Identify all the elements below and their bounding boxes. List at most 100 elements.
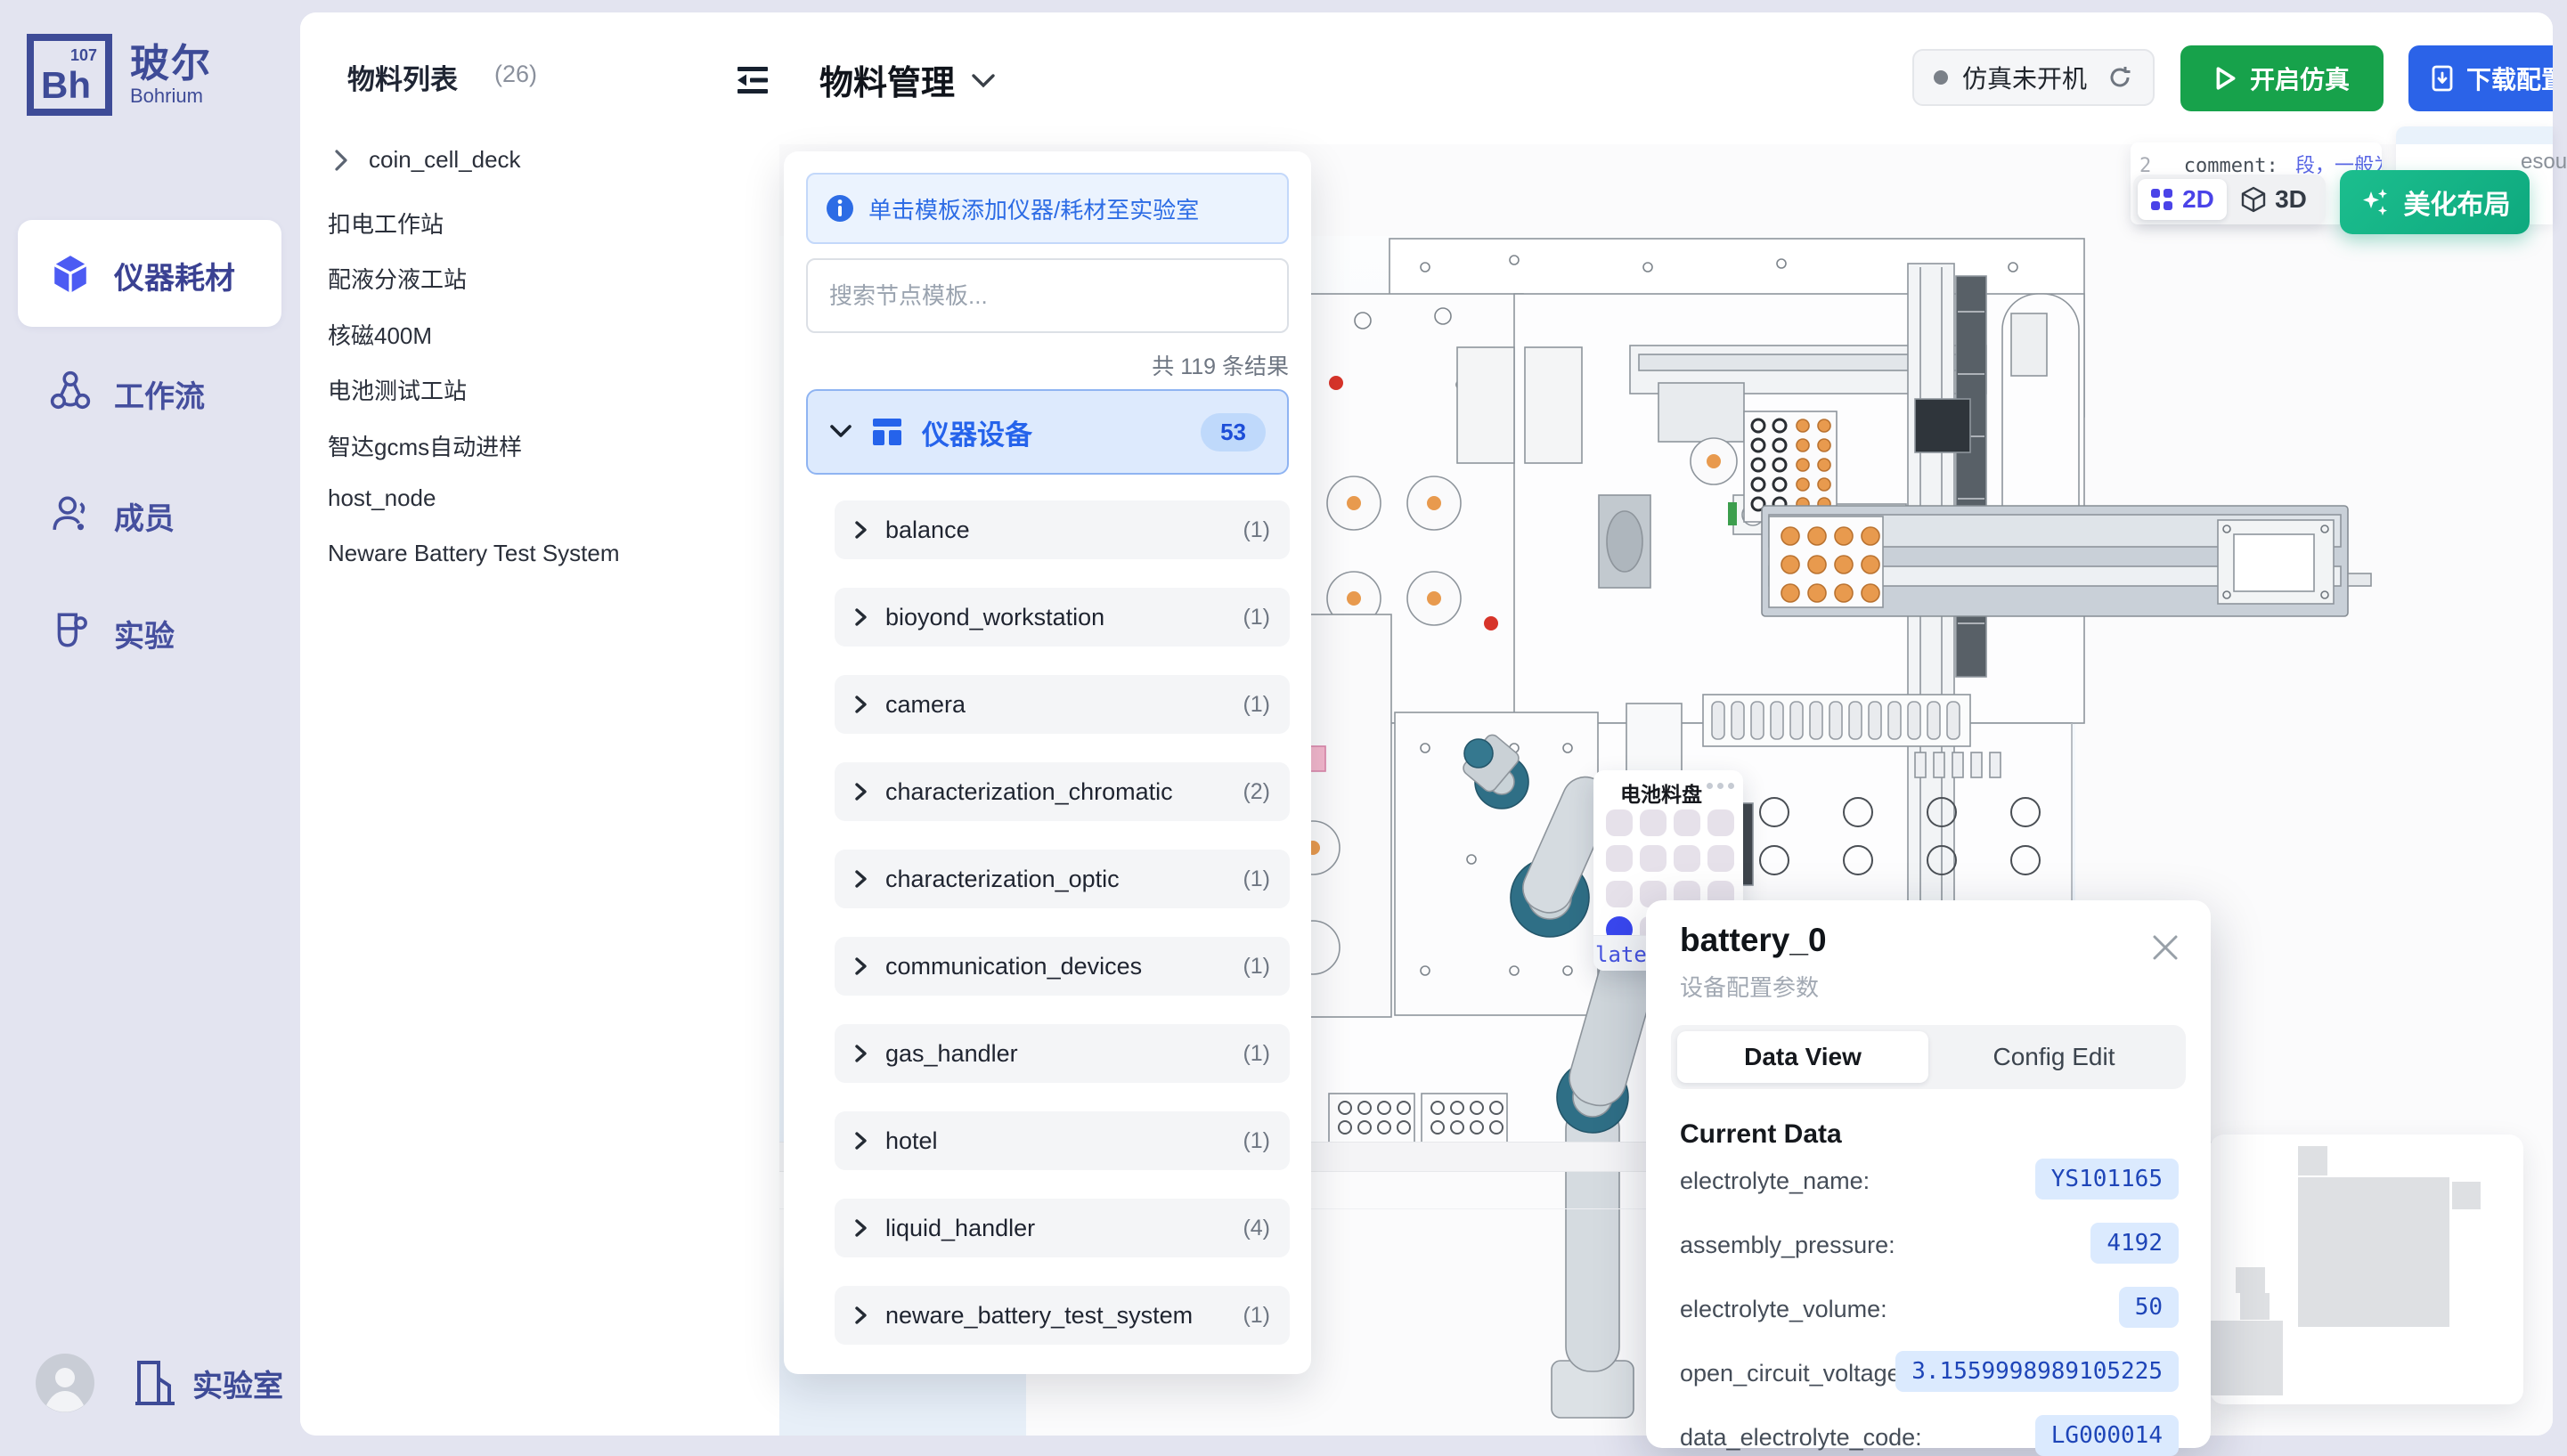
view-mode-toggle: 2D 3D (2133, 175, 2326, 224)
field-label: data_electrolyte_code: (1680, 1424, 1922, 1452)
brand-logo: 107 Bh 玻尔 Bohrium (27, 34, 212, 116)
chevron-right-icon (854, 956, 868, 976)
sidebar-item-workflow[interactable]: 工作流 (18, 360, 281, 426)
sidebar-item-label: 实验 (114, 612, 175, 655)
field-label: assembly_pressure: (1680, 1232, 1895, 1259)
test-tube-icon (50, 610, 91, 651)
info-banner: 单击模板添加仪器/耗材至实验室 (806, 173, 1289, 244)
device-config-popup: battery_0 设备配置参数 Data View Config Edit C… (1646, 900, 2211, 1448)
field-value: 3.1559998989105225 (1895, 1351, 2179, 1392)
search-input[interactable] (808, 260, 1287, 331)
sidebar-item-label: 成员 (114, 494, 175, 538)
tray-slot[interactable] (1707, 809, 1734, 836)
node-template-panel: 单击模板添加仪器/耗材至实验室 共 119 条结果 仪器设备 53 bal (784, 151, 1311, 1374)
sidebar-footer: 实验室 (36, 1354, 283, 1412)
tab-config-edit[interactable]: Config Edit (1928, 1031, 2180, 1083)
tray-slot[interactable] (1640, 809, 1667, 836)
sidebar-item-members[interactable]: 成员 (18, 482, 281, 548)
tray-slot[interactable] (1606, 809, 1633, 836)
results-summary: 共 119 条结果 (1152, 349, 1289, 381)
brand-name-en: Bohrium (130, 85, 212, 107)
tray-title: 电池料盘 (1620, 777, 1702, 808)
svg-text:Bh: Bh (41, 64, 91, 106)
field-label: electrolyte_volume: (1680, 1296, 1887, 1323)
workflow-icon (50, 370, 91, 411)
tray-slot[interactable] (1606, 881, 1633, 907)
tray-slot[interactable] (1707, 845, 1734, 872)
close-icon[interactable] (2150, 932, 2180, 963)
category-row[interactable]: camera (1) (835, 675, 1290, 734)
tray-slot[interactable] (1674, 809, 1700, 836)
list-item[interactable]: 核磁400M (328, 318, 432, 351)
chevron-right-icon (854, 695, 868, 714)
resources-panel-header (2396, 126, 2553, 144)
list-item[interactable]: coin_cell_deck (333, 146, 521, 174)
download-file-icon (2431, 65, 2454, 92)
start-simulation-button[interactable]: 开启仿真 (2180, 45, 2384, 111)
collapse-panel-icon[interactable] (734, 64, 771, 96)
field-label: open_circuit_voltage: (1680, 1360, 1907, 1387)
field-value: 4192 (2090, 1223, 2179, 1264)
resources-text-fragment: esou (2521, 150, 2567, 175)
sidebar-item-label: 工作流 (114, 372, 205, 416)
list-item[interactable]: 扣电工作站 (328, 207, 444, 240)
tray-footer-text: late (1595, 942, 1647, 967)
list-item[interactable]: Neware Battery Test System (328, 540, 620, 567)
tab-data-view[interactable]: Data View (1677, 1031, 1928, 1083)
category-row[interactable]: characterization_optic (1) (835, 850, 1290, 908)
sidebar-item-label: 仪器耗材 (114, 254, 235, 297)
list-item[interactable]: host_node (328, 484, 436, 512)
category-row[interactable]: characterization_chromatic (2) (835, 762, 1290, 821)
beautify-layout-button[interactable]: 美化布局 (2340, 170, 2530, 234)
list-item[interactable]: 智达gcms自动进样 (328, 429, 522, 462)
category-row[interactable]: communication_devices (1) (835, 937, 1290, 996)
tray-slot[interactable] (1606, 845, 1633, 872)
popup-tabs: Data View Config Edit (1671, 1025, 2186, 1089)
info-banner-text: 单击模板添加仪器/耗材至实验室 (868, 192, 1199, 225)
cube-icon (50, 254, 91, 295)
tray-slot[interactable] (1640, 845, 1667, 872)
popup-title: battery_0 (1680, 922, 1827, 959)
chevron-right-icon (854, 607, 868, 627)
field-value: YS101165 (2035, 1159, 2179, 1200)
category-row[interactable]: liquid_handler (4) (835, 1199, 1290, 1257)
toggle-2d[interactable]: 2D (2138, 179, 2227, 220)
building-icon (134, 1359, 178, 1407)
search-box (806, 258, 1289, 333)
simulation-status-pill: 仿真未开机 (1912, 49, 2155, 106)
chevron-down-icon (829, 424, 852, 440)
bohrium-logo-icon: 107 Bh (27, 34, 112, 116)
download-config-label: 下载配置 (2466, 61, 2553, 96)
category-row[interactable]: hotel (1) (835, 1111, 1290, 1170)
download-config-button[interactable]: 下载配置 (2408, 45, 2553, 111)
sidebar: 107 Bh 玻尔 Bohrium 仪器耗材 (0, 0, 300, 1448)
app-root: 107 Bh 玻尔 Bohrium 仪器耗材 (0, 0, 2567, 1448)
more-options-icon[interactable] (1707, 783, 1734, 789)
list-item[interactable]: 配液分液工站 (328, 262, 467, 295)
popup-subtitle: 设备配置参数 (1680, 970, 1819, 1003)
layout-icon (872, 418, 902, 446)
sidebar-item-instruments[interactable]: 仪器耗材 (18, 220, 281, 327)
group-label: 仪器设备 (922, 412, 1181, 452)
svg-text:107: 107 (70, 46, 97, 64)
list-item[interactable]: 电池测试工站 (328, 373, 467, 406)
toggle-3d-label: 3D (2275, 185, 2307, 214)
sparkles-icon (2359, 186, 2392, 218)
lab-switcher[interactable]: 实验室 (134, 1359, 283, 1407)
category-row[interactable]: gas_handler (1) (835, 1024, 1290, 1083)
chevron-down-icon[interactable] (971, 73, 996, 89)
lab-label: 实验室 (192, 1362, 283, 1405)
toggle-3d[interactable]: 3D (2230, 179, 2318, 220)
minimap[interactable] (2210, 1135, 2523, 1404)
category-row[interactable]: balance (1) (835, 500, 1290, 559)
chevron-right-icon (854, 869, 868, 889)
refresh-icon[interactable] (2107, 64, 2133, 91)
tray-slot[interactable] (1674, 845, 1700, 872)
category-group-instruments[interactable]: 仪器设备 53 (806, 389, 1289, 475)
avatar[interactable] (36, 1354, 94, 1412)
category-row[interactable]: neware_battery_test_system (1) (835, 1286, 1290, 1345)
chevron-right-icon[interactable] (333, 149, 349, 172)
toggle-2d-label: 2D (2182, 185, 2214, 214)
category-row[interactable]: bioyond_workstation (1) (835, 588, 1290, 647)
sidebar-item-experiments[interactable]: 实验 (18, 599, 281, 665)
